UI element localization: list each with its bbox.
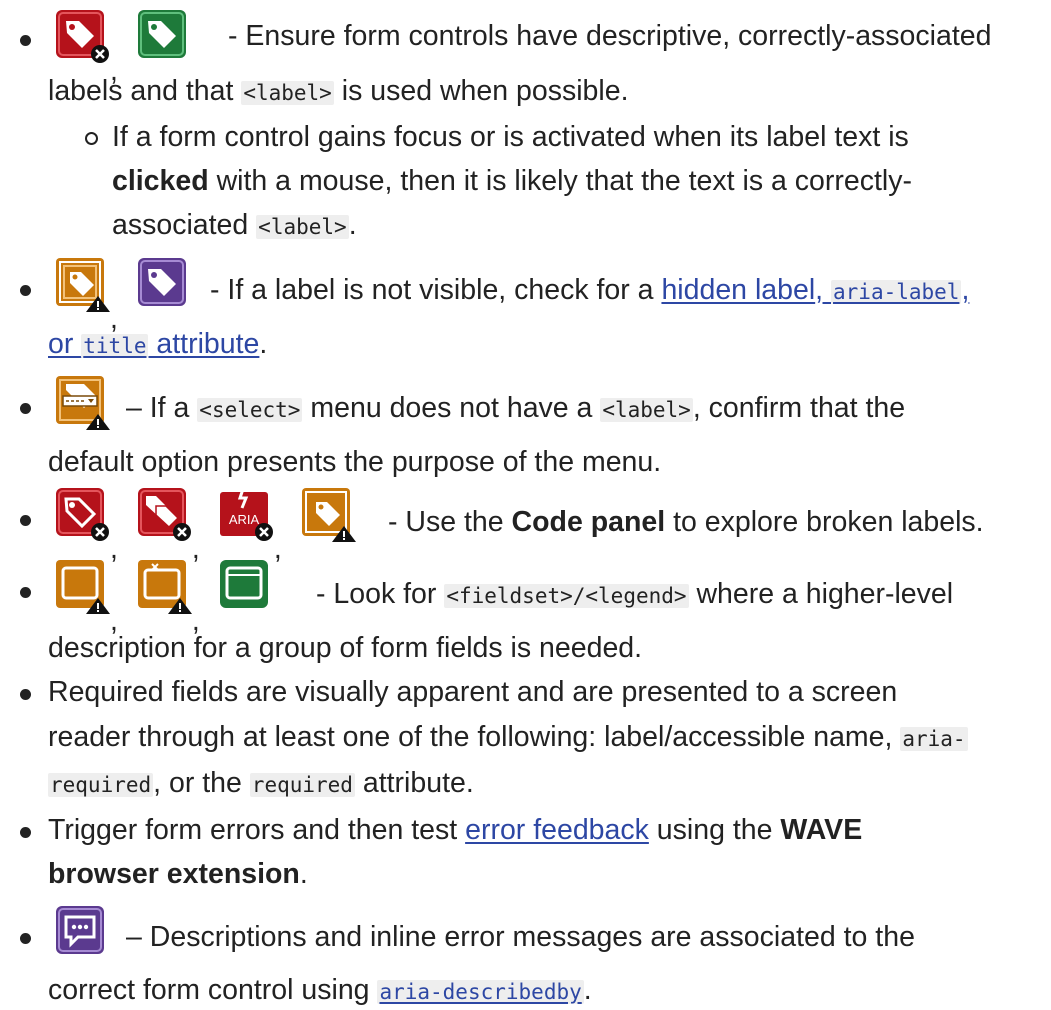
alert-legend-missing-icon bbox=[136, 558, 192, 614]
item-text-line: description for a group of form fields i… bbox=[48, 632, 643, 664]
aria-describedby-link[interactable]: aria-describedby bbox=[377, 974, 584, 1006]
error-feedback-link[interactable]: error feedback bbox=[465, 814, 649, 846]
bullet bbox=[20, 933, 31, 944]
item-text-line: reader through at least one of the follo… bbox=[48, 721, 968, 753]
item-text-line: - If a label is not visible, check for a… bbox=[210, 274, 970, 306]
item-text-line: labels and that <label> is used when pos… bbox=[48, 75, 629, 107]
item-text-line: default option presents the purpose of t… bbox=[48, 446, 662, 478]
item-text-line: Required fields are visually apparent an… bbox=[48, 676, 898, 708]
code-label: <label> bbox=[256, 215, 349, 239]
sub-bullet bbox=[85, 132, 98, 145]
aria-label-icon bbox=[136, 256, 190, 310]
bullet bbox=[20, 587, 31, 598]
hidden-label-link[interactable]: hidden label bbox=[661, 274, 815, 306]
alert-label-orphaned-icon bbox=[300, 486, 356, 542]
item-text-line: - Use the Code panel to explore broken l… bbox=[388, 506, 984, 538]
code-select: <select> bbox=[197, 398, 303, 422]
separator-link[interactable]: , bbox=[961, 274, 969, 306]
item-text-line: browser extension. bbox=[48, 858, 308, 890]
item-text-line: required, or the required attribute. bbox=[48, 767, 474, 799]
alert-fieldset-missing-icon bbox=[54, 558, 110, 614]
bullet bbox=[20, 403, 31, 414]
alert-select-missing-label-icon bbox=[54, 374, 110, 430]
bullet bbox=[20, 515, 31, 526]
sub-text-line: associated <label>. bbox=[112, 209, 357, 241]
item-text-line: – Descriptions and inline error messages… bbox=[126, 921, 915, 953]
bullet bbox=[20, 827, 31, 838]
aria-describedby-icon bbox=[54, 904, 108, 958]
code-label: <label> bbox=[241, 81, 334, 105]
success-label-icon bbox=[136, 8, 190, 62]
aria-label-link[interactable]: aria-label bbox=[831, 274, 962, 306]
separator-link[interactable]: , bbox=[815, 274, 831, 306]
code-aria-required: required bbox=[48, 773, 154, 797]
alert-label-missing-icon bbox=[54, 256, 110, 312]
checklist: , - Ensure form controls have descriptiv… bbox=[0, 0, 1051, 1006]
bullet bbox=[20, 689, 31, 700]
error-aria-broken-icon: ARIA bbox=[218, 486, 273, 541]
bullet bbox=[20, 35, 31, 46]
item-text-line: or title attribute. bbox=[48, 328, 268, 360]
aria-icon-text: ARIA bbox=[229, 512, 260, 527]
item-text-line: Trigger form errors and then test error … bbox=[48, 814, 863, 846]
code-fieldset-legend: <fieldset>/<legend> bbox=[444, 584, 689, 608]
item-text-line: - Look for <fieldset>/<legend> where a h… bbox=[316, 578, 954, 610]
error-label-empty-icon bbox=[54, 486, 109, 541]
error-label-icon bbox=[54, 8, 109, 63]
item-text-line: correct form control using aria-describe… bbox=[48, 974, 592, 1006]
code-required: required bbox=[249, 773, 355, 797]
code-label: <label> bbox=[600, 398, 693, 422]
title-attribute-link[interactable]: or title attribute bbox=[48, 328, 259, 360]
sub-text-line: If a form control gains focus or is acti… bbox=[112, 121, 909, 153]
sub-text-line: clicked with a mouse, then it is likely … bbox=[112, 165, 912, 197]
item-text-line: - Ensure form controls have descriptive,… bbox=[228, 20, 992, 52]
code-aria-required: aria- bbox=[900, 727, 968, 751]
item-text-line: – If a <select> menu does not have a <la… bbox=[126, 392, 906, 424]
bullet bbox=[20, 285, 31, 296]
error-label-multiple-icon bbox=[136, 486, 191, 541]
fieldset-icon bbox=[218, 558, 272, 612]
